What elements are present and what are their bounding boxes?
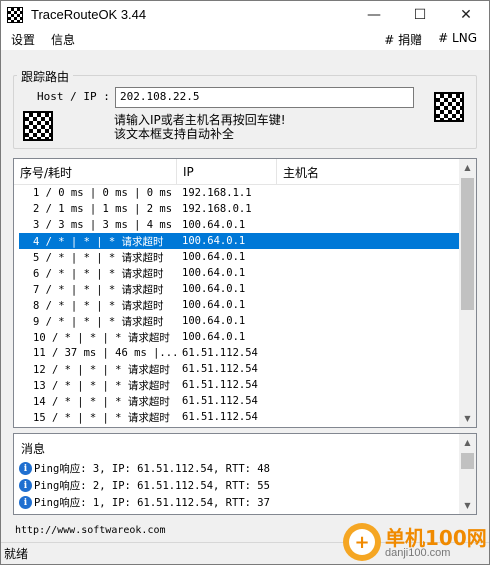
hop-cell: 10 / * | * | * 请求超时	[33, 331, 170, 344]
table-row[interactable]: 14 / * | * | * 请求超时 61.51.112.54	[14, 393, 461, 409]
qr-code-icon[interactable]	[434, 92, 464, 122]
scroll-down-icon[interactable]: ▼	[459, 497, 476, 514]
menu-donate[interactable]: # 捐赠	[376, 31, 430, 48]
menu-info[interactable]: 信息	[43, 31, 83, 48]
ip-cell: 61.51.112.54	[182, 395, 258, 407]
table-row[interactable]: 2 / 1 ms | 1 ms | 2 ms 192.168.0.1	[14, 201, 461, 217]
hop-cell: 8 / * | * | * 请求超时	[33, 299, 164, 312]
status-text: 就绪	[4, 547, 29, 561]
ip-cell: 61.51.112.54	[182, 411, 258, 423]
table-row[interactable]: 1 / 0 ms | 0 ms | 0 ms 192.168.1.1	[14, 185, 461, 201]
message-item: i Ping响应: 2, IP: 61.51.112.54, RTT: 55	[19, 477, 270, 494]
hop-cell: 14 / * | * | * 请求超时	[33, 395, 170, 408]
scroll-thumb[interactable]	[461, 453, 474, 469]
hop-cell: 5 / * | * | * 请求超时	[33, 251, 164, 264]
ip-cell: 192.168.0.1	[182, 203, 252, 215]
ip-cell: 61.51.112.54	[182, 379, 258, 391]
hop-cell: 2 / 1 ms | 1 ms | 2 ms	[33, 203, 173, 215]
table-header: 序号/耗时 IP 主机名	[14, 159, 461, 185]
column-header-hop[interactable]: 序号/耗时	[14, 159, 177, 185]
table-row[interactable]: 6 / * | * | * 请求超时 100.64.0.1	[14, 265, 461, 281]
scroll-down-icon[interactable]: ▼	[459, 410, 476, 427]
menu-settings[interactable]: 设置	[3, 31, 43, 48]
table-row[interactable]: 12 / * | * | * 请求超时 61.51.112.54	[14, 361, 461, 377]
hop-cell: 1 / 0 ms | 0 ms | 0 ms	[33, 187, 173, 199]
hop-cell: 13 / * | * | * 请求超时	[33, 379, 170, 392]
message-list: i Ping响应: 3, IP: 61.51.112.54, RTT: 48 i Pi…	[19, 460, 270, 511]
message-text: Ping响应: 2, IP: 61.51.112.54, RTT: 55	[34, 480, 270, 492]
window-controls: — ☐ ✕	[351, 1, 489, 28]
hop-cell: 15 / * | * | * 请求超时	[33, 411, 170, 424]
hop-cell: 9 / * | * | * 请求超时	[33, 315, 164, 328]
ip-cell: 100.64.0.1	[182, 315, 246, 327]
table-body: 1 / 0 ms | 0 ms | 0 ms 192.168.1.1 2 / 1 m…	[14, 185, 461, 425]
hint-line: 该文本框支持自动补全	[114, 127, 235, 141]
hop-cell: 11 / 37 ms | 46 ms |...	[33, 347, 177, 359]
watermark-url: danji100.com	[385, 547, 451, 559]
table-row[interactable]: 8 / * | * | * 请求超时 100.64.0.1	[14, 297, 461, 313]
info-icon: i	[19, 496, 32, 509]
ip-cell: 192.168.1.1	[182, 187, 252, 199]
watermark-logo-icon: +	[343, 523, 381, 561]
table-row[interactable]: 3 / 3 ms | 3 ms | 4 ms 100.64.0.1	[14, 217, 461, 233]
table-row[interactable]: 13 / * | * | * 请求超时 61.51.112.54	[14, 377, 461, 393]
table-row[interactable]: 4 / * | * | * 请求超时 100.64.0.1	[19, 233, 461, 249]
info-icon: i	[19, 462, 32, 475]
menu-language[interactable]: # LNG	[430, 31, 485, 48]
scroll-up-icon[interactable]: ▲	[459, 434, 476, 451]
hop-cell: 4 / * | * | * 请求超时	[33, 235, 164, 248]
message-text: Ping响应: 3, IP: 61.51.112.54, RTT: 48	[34, 463, 270, 475]
scroll-thumb[interactable]	[461, 178, 474, 310]
ip-cell: 100.64.0.1	[182, 331, 246, 343]
ip-cell: 100.64.0.1	[182, 299, 246, 311]
hop-cell: 12 / * | * | * 请求超时	[33, 363, 170, 376]
minimize-button[interactable]: —	[351, 1, 397, 28]
table-row[interactable]: 9 / * | * | * 请求超时 100.64.0.1	[14, 313, 461, 329]
ip-cell: 100.64.0.1	[182, 219, 246, 231]
ip-cell: 100.64.0.1	[182, 267, 246, 279]
ip-cell: 100.64.0.1	[182, 283, 246, 295]
ip-cell: 100.64.0.1	[182, 251, 246, 263]
hop-cell: 6 / * | * | * 请求超时	[33, 267, 164, 280]
group-title: 跟踪路由	[17, 68, 74, 85]
website-link[interactable]: http://www.softwareok.com	[15, 525, 166, 536]
column-header-ip[interactable]: IP	[177, 159, 277, 185]
host-label: Host / IP :	[37, 90, 110, 103]
message-item: i Ping响应: 1, IP: 61.51.112.54, RTT: 37	[19, 494, 270, 511]
host-hint: 请输入IP或者主机名再按回车键! 该文本框支持自动补全	[114, 113, 286, 141]
menu-bar: 设置 信息 # 捐赠 # LNG	[1, 28, 489, 50]
message-scrollbar[interactable]: ▲ ▼	[459, 434, 476, 514]
message-panel[interactable]: 消息 i Ping响应: 3, IP: 61.51.112.54, RTT: 48…	[13, 433, 477, 515]
hop-cell: 3 / 3 ms | 3 ms | 4 ms	[33, 219, 173, 231]
message-item: i Ping响应: 3, IP: 61.51.112.54, RTT: 48	[19, 460, 270, 477]
app-window: TraceRouteOK 3.44 — ☐ ✕ 设置 信息 # 捐赠 # LNG…	[0, 0, 490, 565]
column-header-hostname[interactable]: 主机名	[277, 159, 461, 185]
host-input[interactable]: 202.108.22.5	[115, 87, 414, 108]
table-row[interactable]: 10 / * | * | * 请求超时 100.64.0.1	[14, 329, 461, 345]
ip-cell: 61.51.112.54	[182, 347, 258, 359]
table-row[interactable]: 5 / * | * | * 请求超时 100.64.0.1	[14, 249, 461, 265]
info-icon: i	[19, 479, 32, 492]
message-title: 消息	[21, 442, 46, 456]
hop-cell: 7 / * | * | * 请求超时	[33, 283, 164, 296]
title-bar[interactable]: TraceRouteOK 3.44 — ☐ ✕	[1, 1, 489, 28]
maximize-button[interactable]: ☐	[397, 1, 443, 28]
ip-cell: 100.64.0.1	[182, 235, 246, 247]
app-icon	[7, 6, 23, 23]
scroll-up-icon[interactable]: ▲	[459, 159, 476, 176]
route-table[interactable]: 序号/耗时 IP 主机名 1 / 0 ms | 0 ms | 0 ms 192.1…	[13, 158, 477, 428]
table-scrollbar[interactable]: ▲ ▼	[459, 159, 476, 427]
table-row[interactable]: 7 / * | * | * 请求超时 100.64.0.1	[14, 281, 461, 297]
close-button[interactable]: ✕	[443, 1, 489, 28]
table-row[interactable]: 15 / * | * | * 请求超时 61.51.112.54	[14, 409, 461, 425]
window-title: TraceRouteOK 3.44	[31, 7, 147, 22]
hint-line: 请输入IP或者主机名再按回车键!	[114, 113, 286, 127]
message-text: Ping响应: 1, IP: 61.51.112.54, RTT: 37	[34, 497, 270, 509]
qr-code-icon[interactable]	[23, 111, 53, 141]
ip-cell: 61.51.112.54	[182, 363, 258, 375]
table-row[interactable]: 11 / 37 ms | 46 ms |... 61.51.112.54	[14, 345, 461, 361]
